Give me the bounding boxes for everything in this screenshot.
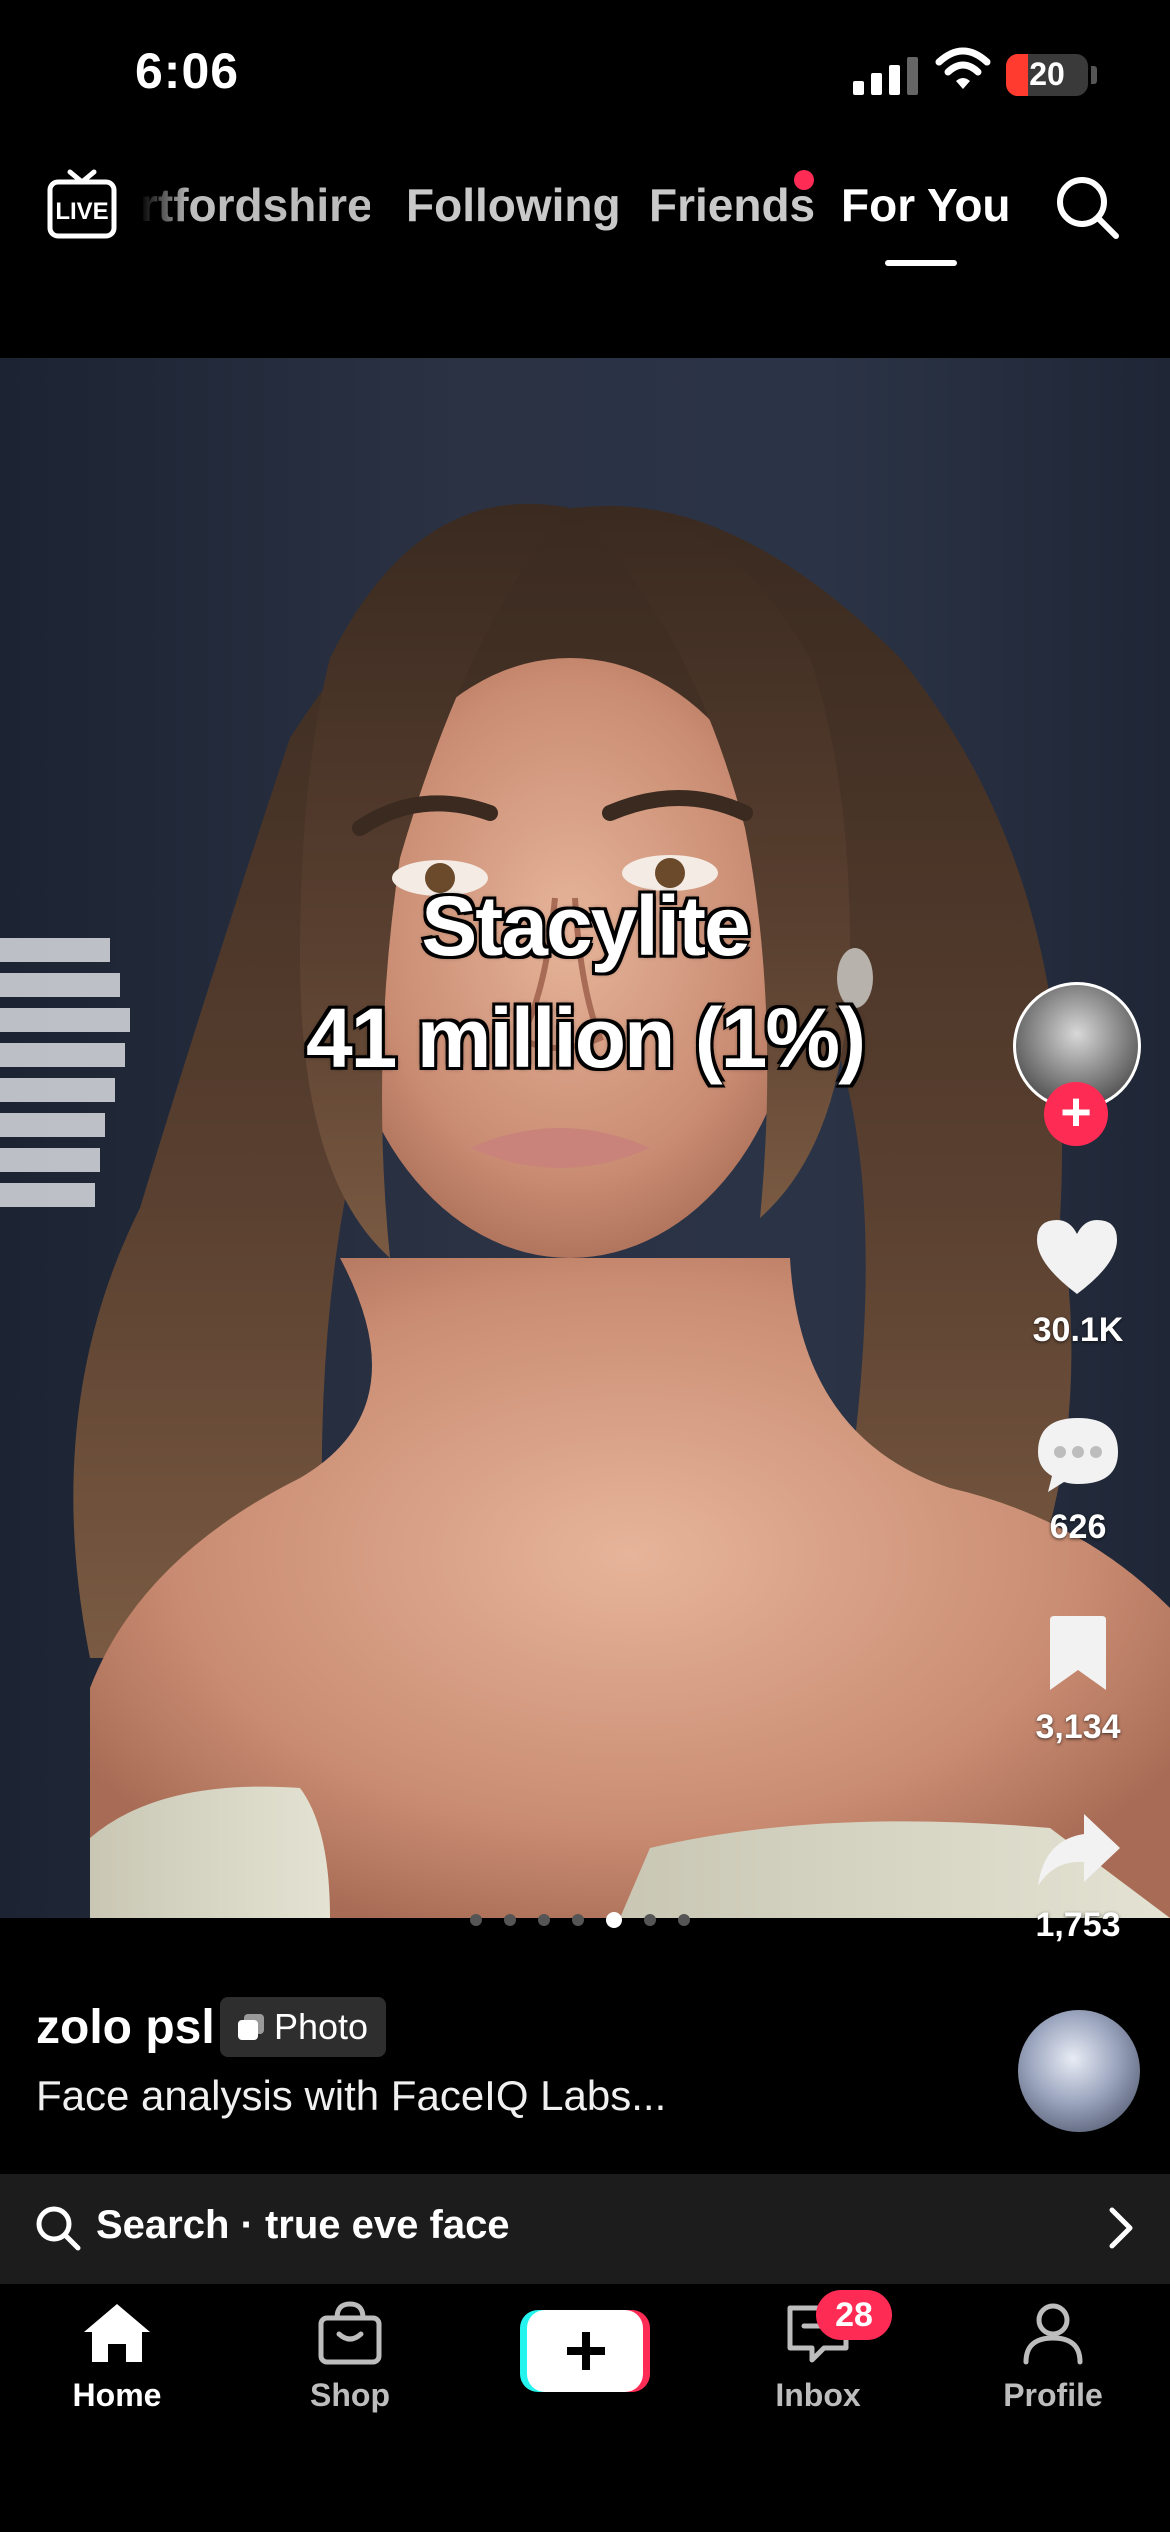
live-label: LIVE: [55, 198, 108, 225]
nav-home-label: Home: [72, 2377, 162, 2413]
heart-icon[interactable]: [1032, 1216, 1122, 1298]
home-icon: [84, 2304, 150, 2362]
live-icon[interactable]: LIVE: [46, 168, 118, 240]
nav-profile[interactable]: Profile: [953, 2300, 1153, 2414]
profile-icon: [1023, 2303, 1083, 2365]
inbox-badge: 28: [816, 2290, 892, 2340]
nav-home[interactable]: Home: [17, 2300, 217, 2414]
carousel-dot: [644, 1914, 656, 1926]
tab-following[interactable]: Following: [406, 178, 621, 232]
chevron-right-icon[interactable]: [1102, 2204, 1138, 2252]
like-count: 30.1K: [1032, 1311, 1124, 1349]
comment-icon[interactable]: [1034, 1414, 1122, 1496]
carousel-indicator: [470, 1912, 690, 1928]
username[interactable]: zolo psl: [36, 2000, 215, 2055]
overlay-caption-line2: 41 million (1%): [305, 991, 866, 1085]
tab-fade: [140, 170, 190, 250]
follow-plus-icon[interactable]: +: [1044, 1082, 1108, 1146]
tab-for-you[interactable]: For You: [841, 178, 1011, 232]
post-photo[interactable]: Stacylite 41 million (1%): [0, 358, 1170, 1918]
save-count: 3,134: [1035, 1708, 1121, 1746]
shop-bag-icon: [318, 2301, 382, 2365]
overlay-caption-line1: Stacylite: [421, 879, 751, 973]
active-tab-indicator: [885, 260, 957, 266]
status-time: 6:06: [135, 43, 240, 99]
post-description[interactable]: Face analysis with FaceIQ Labs...: [36, 2072, 666, 2120]
share-icon[interactable]: [1034, 1810, 1124, 1890]
nav-profile-label: Profile: [1003, 2377, 1103, 2413]
nav-shop-label: Shop: [310, 2377, 390, 2413]
battery-level: 20: [1029, 56, 1065, 92]
bookmark-icon[interactable]: [1044, 1614, 1112, 1694]
carousel-dot: [504, 1914, 516, 1926]
cellular-signal-icon: [853, 55, 918, 95]
comment-count: 626: [1049, 1508, 1107, 1546]
carousel-dot: [470, 1914, 482, 1926]
share-count: 1,753: [1035, 1906, 1121, 1944]
tab-friends[interactable]: Friends: [649, 178, 815, 232]
carousel-dot: [572, 1914, 584, 1926]
friends-notification-dot: [794, 170, 814, 190]
nav-inbox-label: Inbox: [775, 2377, 861, 2413]
photo-badge: Photo: [220, 1997, 387, 2057]
photo-badge-label: Photo: [274, 2006, 369, 2047]
carousel-dot: [606, 1912, 622, 1928]
photo-stack-icon: [238, 2014, 264, 2040]
carousel-dot: [678, 1914, 690, 1926]
create-post-button[interactable]: [520, 2310, 650, 2392]
wifi-icon: [935, 47, 991, 89]
search-suggestion-icon: [36, 2206, 81, 2251]
battery-icon: 20: [1006, 54, 1088, 96]
portrait-illustration: [0, 503, 1170, 1918]
search-suggestion-label[interactable]: Search · true eve face: [96, 2203, 510, 2248]
search-icon[interactable]: [1052, 172, 1122, 242]
carousel-dot: [538, 1914, 550, 1926]
nav-shop[interactable]: Shop: [250, 2300, 450, 2414]
battery-tip: [1091, 66, 1097, 84]
sound-avatar[interactable]: [1018, 2010, 1140, 2132]
